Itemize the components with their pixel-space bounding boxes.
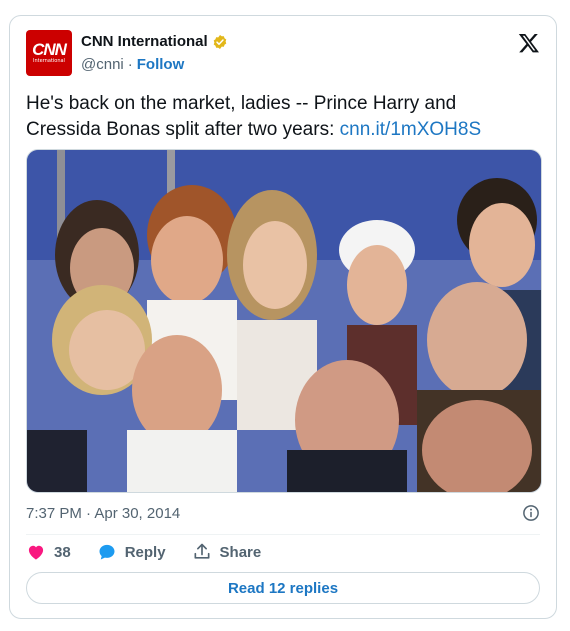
- handle-row: @cnni · Follow: [81, 56, 184, 73]
- account-handle[interactable]: @cnni: [81, 56, 124, 73]
- share-icon: [194, 543, 210, 559]
- tweet-card: CNN International CNN International @cnn…: [9, 15, 557, 619]
- like-count: 38: [54, 543, 71, 561]
- tweet-text: He's back on the market, ladies -- Princ…: [26, 91, 536, 143]
- like-button[interactable]: 38: [26, 542, 71, 562]
- reply-button[interactable]: Reply: [97, 542, 166, 562]
- tweet-link[interactable]: cnn.it/1mXOH8S: [340, 119, 482, 140]
- avatar-logo: CNN: [32, 39, 67, 59]
- info-icon[interactable]: [522, 504, 540, 522]
- x-logo-icon[interactable]: [518, 32, 540, 54]
- verified-badge-icon: [213, 34, 226, 49]
- name-row: CNN International: [81, 33, 228, 50]
- handle-separator: ·: [127, 56, 133, 73]
- timestamp-row: 7:37 PM · Apr 30, 2014: [26, 504, 540, 522]
- share-label: Share: [219, 543, 262, 561]
- heart-icon: [28, 545, 44, 560]
- reply-label: Reply: [124, 543, 166, 561]
- tweet-timestamp[interactable]: 7:37 PM · Apr 30, 2014: [26, 505, 180, 522]
- divider: [26, 534, 540, 535]
- account-name[interactable]: CNN International: [81, 33, 208, 50]
- follow-button[interactable]: Follow: [137, 56, 185, 73]
- tweet-photo[interactable]: [26, 149, 542, 493]
- avatar-sub: International: [33, 57, 65, 64]
- avatar[interactable]: CNN International: [26, 30, 72, 76]
- share-button[interactable]: Share: [192, 542, 262, 562]
- reply-bubble-icon: [99, 544, 115, 560]
- action-bar: 38 Reply Share: [26, 542, 261, 562]
- read-replies-button[interactable]: Read 12 replies: [26, 572, 540, 604]
- crowd-photo-illustration: [27, 150, 541, 492]
